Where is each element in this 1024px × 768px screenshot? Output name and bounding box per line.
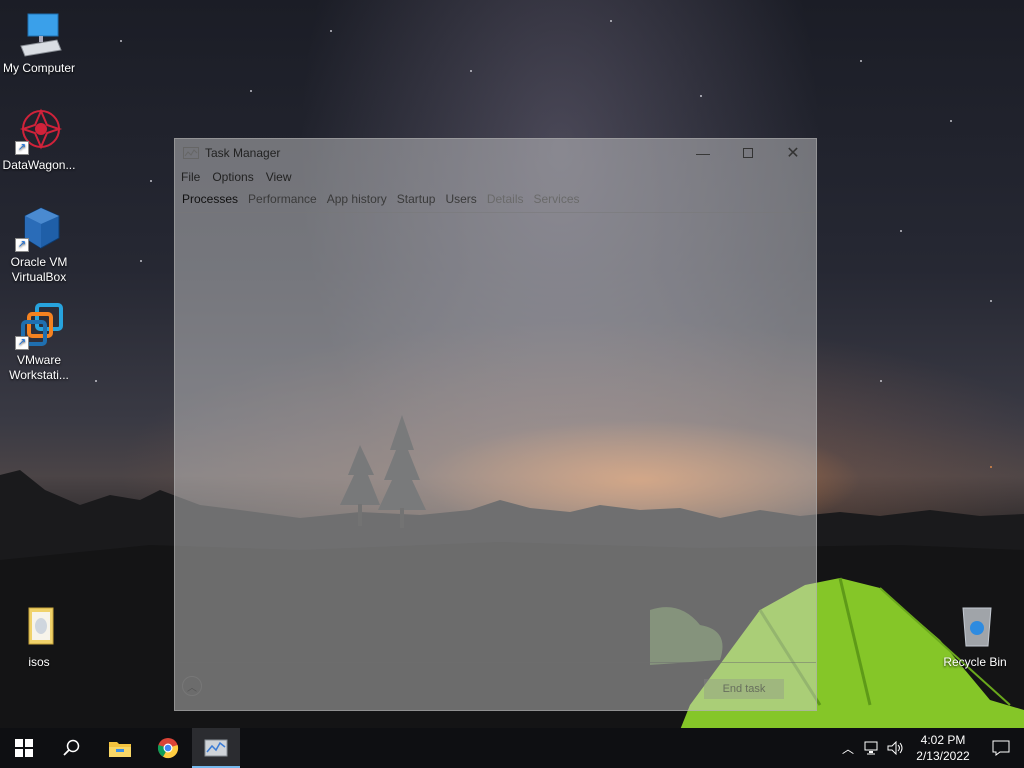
end-task-button[interactable]: End task <box>704 679 784 699</box>
menu-bar: File Options View <box>175 167 816 187</box>
file-explorer-icon <box>109 742 131 757</box>
window-title: Task Manager <box>205 146 281 160</box>
title-bar[interactable]: Task Manager — ✕ <box>175 139 816 167</box>
task-manager-icon <box>183 147 199 159</box>
desktop-icon-recycle-bin[interactable]: Recycle Bin <box>936 604 1014 670</box>
chrome-icon <box>157 738 179 759</box>
windows-logo-icon <box>15 739 33 757</box>
recycle-bin-icon <box>951 604 999 652</box>
tab-processes[interactable]: Processes <box>179 192 241 212</box>
window-footer: ︿ End task <box>175 662 816 710</box>
tab-startup[interactable]: Startup <box>394 192 439 212</box>
tab-details[interactable]: Details <box>484 192 527 212</box>
desktop-icon-label: My Computer <box>2 61 76 75</box>
search-icon <box>63 739 80 756</box>
close-icon: ✕ <box>786 145 800 162</box>
volume-icon <box>887 741 903 755</box>
desktop-icon-isos[interactable]: isos <box>0 604 78 670</box>
clock[interactable]: 4:02 PM 2/13/2022 <box>908 732 978 764</box>
chrome-button[interactable] <box>144 728 192 768</box>
menu-options[interactable]: Options <box>212 170 253 184</box>
minimize-button[interactable]: — <box>680 139 726 167</box>
tab-services[interactable]: Services <box>531 192 583 212</box>
vmware-icon: ↗ <box>15 302 63 350</box>
task-manager-window[interactable]: Task Manager — ✕ File Options View Proce… <box>174 138 817 711</box>
maximize-icon <box>743 148 753 158</box>
network-button[interactable] <box>860 728 884 768</box>
desktop-icon-label: VMware Workstati... <box>9 353 69 382</box>
close-button[interactable]: ✕ <box>770 139 816 167</box>
tab-users[interactable]: Users <box>442 192 479 212</box>
task-manager-taskbar-button[interactable] <box>192 728 240 768</box>
tab-bar: Processes Performance App history Startu… <box>175 187 816 213</box>
chevron-up-icon: ︿ <box>187 682 197 694</box>
taskbar: ︿ 4:02 PM 2/13/2022 <box>0 728 1024 768</box>
search-button[interactable] <box>48 728 96 768</box>
shortcut-arrow-icon: ↗ <box>15 238 29 252</box>
system-tray: ︿ 4:02 PM 2/13/2022 <box>836 728 1024 768</box>
shortcut-arrow-icon: ↗ <box>15 141 29 155</box>
desktop-icon-label: Recycle Bin <box>943 655 1007 669</box>
show-hidden-icons-button[interactable]: ︿ <box>836 728 860 768</box>
desktop-icon-label: isos <box>28 655 50 669</box>
desktop-icon-vmware[interactable]: ↗ VMware Workstati... <box>0 302 78 383</box>
start-button[interactable] <box>0 728 48 768</box>
task-manager-icon <box>204 739 228 757</box>
action-center-button[interactable] <box>978 728 1024 768</box>
virtualbox-icon: ↗ <box>15 204 63 252</box>
file-explorer-button[interactable] <box>96 728 144 768</box>
desktop-icon-virtualbox[interactable]: ↗ Oracle VM VirtualBox <box>0 204 78 285</box>
desktop-icon-datawagon[interactable]: ↗ DataWagon... <box>0 107 78 173</box>
minimize-icon: — <box>696 145 710 161</box>
fewer-details-button[interactable]: ︿ <box>182 676 202 696</box>
clock-date: 2/13/2022 <box>916 749 970 763</box>
shortcut-arrow-icon: ↗ <box>15 336 29 350</box>
datawagon-icon: ↗ <box>15 107 63 155</box>
clock-time: 4:02 PM <box>920 733 966 747</box>
desktop-icon-my-computer[interactable]: My Computer <box>0 10 78 76</box>
desktop-icon-label: DataWagon... <box>2 158 76 172</box>
chevron-up-icon: ︿ <box>841 741 854 756</box>
menu-file[interactable]: File <box>181 170 200 184</box>
notification-icon <box>992 740 1010 756</box>
desktop-icon-label: Oracle VM VirtualBox <box>10 255 68 284</box>
tab-app-history[interactable]: App history <box>324 192 390 212</box>
volume-button[interactable] <box>884 728 908 768</box>
tab-performance[interactable]: Performance <box>245 192 320 212</box>
network-icon <box>864 741 878 755</box>
menu-view[interactable]: View <box>266 170 292 184</box>
folder-icon <box>15 604 63 652</box>
process-list-area[interactable] <box>175 225 816 663</box>
computer-icon <box>15 10 63 58</box>
maximize-button[interactable] <box>725 139 771 167</box>
